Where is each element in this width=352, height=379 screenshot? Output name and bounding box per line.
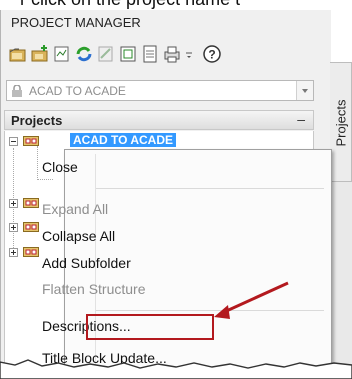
menu-item-expand-all: Expand All [42,201,109,217]
side-tab-label: Projects [333,99,349,147]
settings-icon[interactable] [118,44,138,64]
print-icon[interactable] [162,44,182,64]
new-project-icon[interactable] [30,44,50,64]
lock-icon [12,85,22,97]
menu-item-collapse-all[interactable]: Collapse All [42,228,115,244]
menu-item-add-subfolder[interactable]: Add Subfolder [42,255,131,271]
refresh-icon[interactable] [74,44,94,64]
menu-separator [96,188,324,189]
svg-text:?: ? [208,48,215,62]
publish-icon[interactable] [96,44,116,64]
projects-section-label: Projects [11,113,63,128]
project-selector-dropdown[interactable] [296,81,313,100]
open-project-icon[interactable] [8,44,28,64]
annotation-arrow [214,281,289,319]
project-icon [23,222,39,232]
menu-item-flatten-structure: Flatten Structure [42,281,146,297]
project-properties-icon[interactable] [52,44,72,64]
expand-toggle[interactable] [9,248,18,257]
panel-title: PROJECT MANAGER [11,15,141,30]
tree-connector [37,146,38,180]
highlight-box [86,314,214,340]
expand-toggle[interactable] [9,223,18,232]
projects-side-tab[interactable]: Projects [330,62,352,182]
project-selector-value: ACAD TO ACADE [29,84,126,98]
torn-edge [0,359,352,379]
expand-toggle[interactable] [9,199,18,208]
menu-item-close[interactable]: Close [42,159,78,175]
instruction-text: r click on the project name t [20,0,240,10]
expand-toggle[interactable] [9,137,18,146]
tree-connector [37,179,53,180]
dropdown-icon[interactable] [184,44,196,64]
toolbar: ? [8,44,323,66]
project-icon [23,247,39,257]
collapse-button[interactable]: – [297,111,305,127]
side-tab-strip [330,182,352,379]
active-project-node[interactable]: ACAD TO ACADE [70,133,177,147]
projects-section-header[interactable]: Projects – [4,110,314,130]
screenshot: r click on the project name t PROJECT MA… [0,0,352,379]
project-icon [23,136,39,146]
project-selector[interactable]: ACAD TO ACADE [6,80,314,101]
title-block-icon[interactable] [140,44,160,64]
project-icon [23,198,39,208]
help-icon[interactable]: ? [202,44,222,64]
